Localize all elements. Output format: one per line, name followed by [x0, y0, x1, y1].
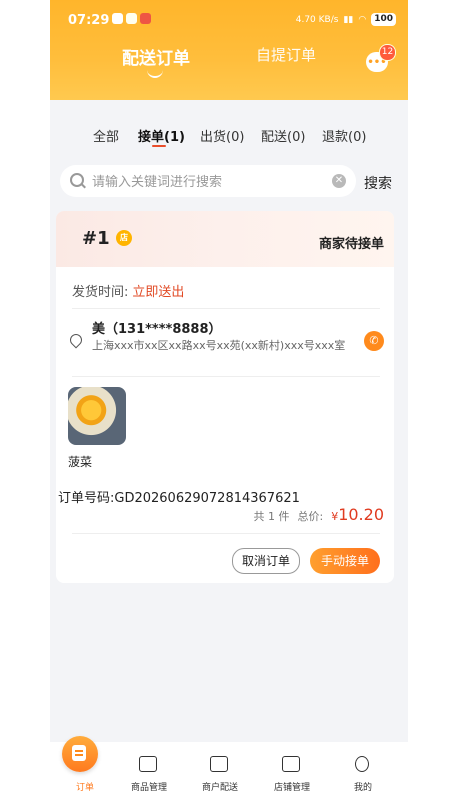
filter-tab-delivery[interactable]: 配送(0) [261, 126, 305, 145]
ship-time-label: 发货时间: [72, 285, 129, 300]
wifi-icon: ◠ [358, 14, 367, 25]
orders-icon [62, 736, 98, 772]
network-speed: 4.70 KB/s [295, 14, 339, 25]
filter-tab-all[interactable]: 全部 [93, 126, 119, 145]
divider [72, 308, 380, 309]
nav-label: 商户配送 [201, 783, 238, 793]
total-label: 总价: [297, 510, 324, 523]
item-count: 共 1 件 [253, 510, 290, 523]
nav-label: 商品管理 [130, 783, 167, 793]
divider [72, 376, 380, 377]
order-summary: 共 1 件 总价: ¥10.20 [253, 505, 384, 524]
filter-tabs: 全部 接单(1) 出货(0) 配送(0) 退款(0) [50, 126, 408, 154]
order-card: #1 店 商家待接单 发货时间: 立即送出 美（131****8888） 上海xx… [56, 211, 394, 583]
store-icon [282, 756, 300, 772]
search-icon [70, 173, 84, 187]
user-icon [355, 756, 369, 772]
order-index: #1 [82, 228, 110, 249]
customer-name: 美（131****8888） [92, 322, 222, 337]
order-status: 商家待接单 [318, 237, 384, 252]
tab-delivery-orders[interactable]: 配送订单 [122, 44, 190, 69]
tab-active-indicator [147, 70, 163, 78]
bottom-nav: 订单 商品管理 商户配送 店铺管理 我的 [50, 736, 408, 800]
order-number: 订单号码:GD20260629072814367621 [58, 491, 300, 506]
phone-icon[interactable]: ✆ [364, 331, 384, 351]
clear-icon[interactable]: ✕ [332, 174, 346, 188]
total-price: 10.20 [338, 505, 384, 524]
product-image[interactable] [68, 387, 126, 445]
top-tabs: 配送订单 自提订单 [50, 44, 408, 84]
divider [72, 533, 380, 534]
notification-icons [112, 13, 151, 24]
nav-label: 订单 [75, 783, 94, 793]
nav-label: 店铺管理 [273, 783, 310, 793]
search-input[interactable] [90, 165, 334, 199]
merchant-tag-icon: 店 [116, 230, 132, 246]
status-bar: 07:29 4.70 KB/s ▮▮ ◠ 100 [50, 8, 408, 32]
filter-tab-accept[interactable]: 接单(1) [138, 126, 185, 145]
battery-icon: 100 [371, 13, 396, 26]
header: 07:29 4.70 KB/s ▮▮ ◠ 100 配送订单 自提订单 ••• 1… [50, 0, 408, 100]
app-icon [140, 13, 151, 24]
filter-tab-refund[interactable]: 退款(0) [322, 126, 366, 145]
phone-screen: 07:29 4.70 KB/s ▮▮ ◠ 100 配送订单 自提订单 ••• 1… [50, 0, 408, 800]
message-badge: 12 [379, 44, 396, 61]
app-icon [126, 13, 137, 24]
location-icon [67, 331, 85, 349]
tab-pickup-orders[interactable]: 自提订单 [256, 44, 316, 65]
wechat-icon [112, 13, 123, 24]
status-right: 4.70 KB/s ▮▮ ◠ 100 [296, 13, 396, 26]
order-card-header: #1 店 商家待接单 [56, 211, 394, 267]
search-button[interactable]: 搜索 [364, 173, 392, 193]
nav-label: 我的 [353, 783, 372, 793]
ship-time-row: 发货时间: 立即送出 [72, 281, 184, 300]
customer-address: 上海xxx市xx区xx路xx号xx苑(xx新村)xxx号xxx室 [92, 339, 346, 352]
delivery-box-icon [210, 756, 228, 772]
search-bar: ✕ [60, 165, 356, 199]
product-name: 菠菜 [68, 455, 93, 469]
manual-accept-button[interactable]: 手动接单 [310, 548, 380, 574]
cancel-order-button[interactable]: 取消订单 [232, 548, 300, 574]
filter-tab-ship[interactable]: 出货(0) [200, 126, 244, 145]
signal-icon: ▮▮ [343, 14, 354, 25]
filter-tab-indicator [152, 145, 166, 147]
ship-time-value: 立即送出 [132, 285, 185, 300]
status-time: 07:29 [68, 13, 110, 28]
shopping-bag-icon [139, 756, 157, 772]
